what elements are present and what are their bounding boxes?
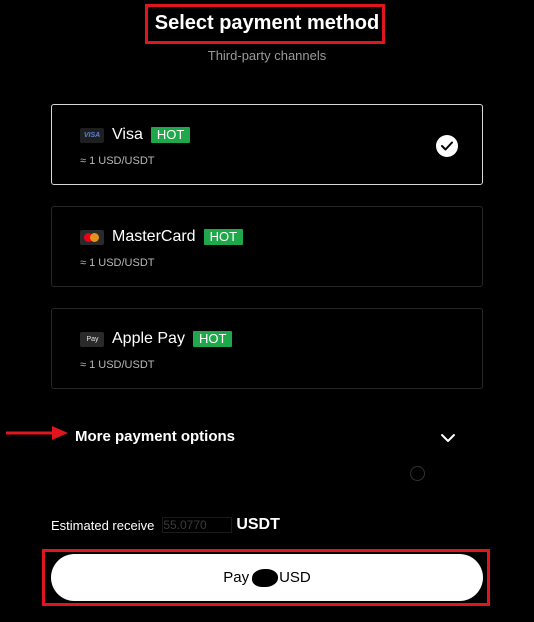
option-name: MasterCard <box>112 228 196 245</box>
pay-currency: USD <box>279 569 311 586</box>
payment-option-mastercard[interactable]: MasterCard HOT ≈ 1 USD/USDT <box>51 206 483 287</box>
payment-option-visa[interactable]: VISA Visa HOT ≈ 1 USD/USDT <box>51 104 483 185</box>
page-subtitle: Third-party channels <box>207 48 327 63</box>
estimated-receive: Estimated receive 55.0770 USDT <box>51 516 280 534</box>
visa-logo-icon: VISA <box>80 127 104 143</box>
hot-badge: HOT <box>192 331 233 347</box>
check-icon <box>436 135 458 157</box>
estimate-label: Estimated receive <box>51 517 155 533</box>
pay-label: Pay <box>223 569 250 586</box>
payment-option-apple-pay[interactable]: Pay Apple Pay HOT ≈ 1 USD/USDT <box>51 308 483 389</box>
hot-badge: HOT <box>203 229 244 245</box>
option-header: Pay Apple Pay HOT <box>80 329 233 349</box>
estimate-amount-redacted: 55.0770 <box>162 517 233 533</box>
option-rate: ≈ 1 USD/USDT <box>80 359 155 371</box>
hot-badge: HOT <box>150 127 191 143</box>
mastercard-logo-icon <box>80 229 104 245</box>
apple-pay-logo-icon: Pay <box>80 331 104 347</box>
chevron-down-icon[interactable] <box>440 432 456 444</box>
option-rate: ≈ 1 USD/USDT <box>80 155 155 167</box>
pay-amount-redacted: 55 <box>252 568 279 587</box>
more-payment-options[interactable]: More payment options <box>75 428 235 445</box>
option-header: VISA Visa HOT <box>80 125 191 145</box>
pay-button[interactable]: Pay 55 USD <box>51 554 483 601</box>
page-title: Select payment method <box>154 12 380 34</box>
option-rate: ≈ 1 USD/USDT <box>80 257 155 269</box>
red-arrow-icon <box>6 426 68 440</box>
option-name: Visa <box>112 126 143 143</box>
redaction-dot <box>410 466 425 481</box>
option-name: Apple Pay <box>112 330 185 347</box>
option-header: MasterCard HOT <box>80 227 244 247</box>
estimate-unit: USDT <box>236 516 280 533</box>
